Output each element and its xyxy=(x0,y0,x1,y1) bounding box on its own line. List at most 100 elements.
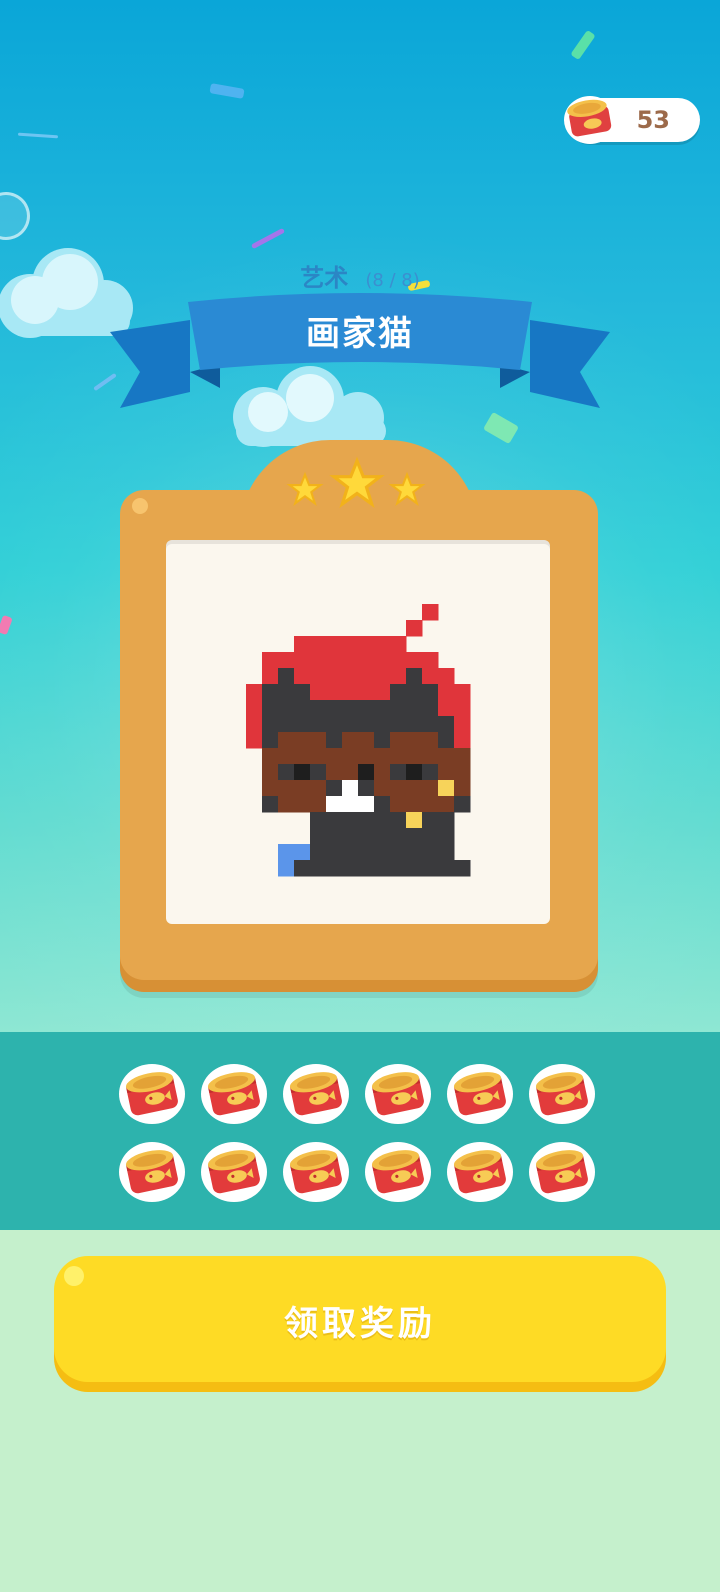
category-progress: (8 / 8) xyxy=(365,270,420,291)
pixel xyxy=(310,668,327,685)
pixel xyxy=(358,684,375,701)
pixel xyxy=(294,684,311,701)
claim-reward-button[interactable]: 领取奖励 xyxy=(54,1256,666,1382)
pixel xyxy=(454,748,471,765)
pixel xyxy=(406,844,423,861)
pixel xyxy=(342,668,359,685)
pixel xyxy=(246,700,263,717)
pixel xyxy=(374,684,391,701)
tuna-can-icon xyxy=(447,1142,513,1202)
pixel xyxy=(390,668,407,685)
pixel xyxy=(358,636,375,653)
pixel xyxy=(278,764,295,781)
tuna-can-icon xyxy=(283,1142,349,1202)
pixel xyxy=(294,652,311,669)
pixel xyxy=(278,684,295,701)
pixel xyxy=(358,764,375,781)
pixel xyxy=(294,636,311,653)
pixel xyxy=(374,812,391,829)
pixel xyxy=(310,684,327,701)
tuna-can-icon xyxy=(201,1064,267,1124)
pixel xyxy=(422,860,439,877)
pixel xyxy=(326,732,343,749)
pixel xyxy=(390,652,407,669)
pixel xyxy=(358,668,375,685)
pixel xyxy=(358,748,375,765)
pixel xyxy=(454,684,471,701)
pixel xyxy=(326,716,343,733)
pixel xyxy=(278,652,295,669)
pixel xyxy=(278,700,295,717)
pixel xyxy=(454,860,471,877)
pixel xyxy=(342,780,359,797)
pixel xyxy=(454,732,471,749)
pixel xyxy=(454,796,471,813)
pixel xyxy=(342,716,359,733)
pixel xyxy=(326,668,343,685)
reward-grid xyxy=(116,1056,606,1216)
pixel xyxy=(342,828,359,845)
pixel xyxy=(438,796,455,813)
pixel xyxy=(326,780,343,797)
pixel xyxy=(358,860,375,877)
tuna-can-icon xyxy=(283,1064,349,1124)
pixel xyxy=(342,636,359,653)
pixel xyxy=(454,764,471,781)
pixel xyxy=(310,748,327,765)
pixel xyxy=(422,796,439,813)
pixel xyxy=(422,748,439,765)
pixel xyxy=(422,732,439,749)
pixel xyxy=(310,732,327,749)
pixel xyxy=(310,828,327,845)
pixel xyxy=(374,860,391,877)
artwork-canvas xyxy=(166,540,550,924)
pixel xyxy=(326,636,343,653)
pixel xyxy=(342,812,359,829)
pixel xyxy=(438,828,455,845)
pixel xyxy=(310,652,327,669)
pixel xyxy=(374,796,391,813)
pixel xyxy=(374,636,391,653)
pixel xyxy=(326,748,343,765)
pixel xyxy=(406,780,423,797)
pixel xyxy=(342,684,359,701)
tuna-can-icon xyxy=(201,1142,267,1202)
pixel xyxy=(358,796,375,813)
pixel xyxy=(294,668,311,685)
pixel xyxy=(390,684,407,701)
pixel xyxy=(342,652,359,669)
pixel xyxy=(310,780,327,797)
pixel xyxy=(358,844,375,861)
pixel xyxy=(406,620,423,637)
pixel xyxy=(438,716,455,733)
pixel xyxy=(278,732,295,749)
pixel xyxy=(438,700,455,717)
pixel xyxy=(342,748,359,765)
pixel xyxy=(262,668,279,685)
pixel xyxy=(278,860,295,877)
pixel xyxy=(406,732,423,749)
pixel xyxy=(294,780,311,797)
pixel xyxy=(342,764,359,781)
pixel xyxy=(438,748,455,765)
pixel xyxy=(310,860,327,877)
pixel xyxy=(406,812,423,829)
pixel xyxy=(342,844,359,861)
pixel xyxy=(390,828,407,845)
pixel xyxy=(406,652,423,669)
pixel xyxy=(406,748,423,765)
tuna-can-icon xyxy=(119,1142,185,1202)
pixel xyxy=(326,652,343,669)
pixel xyxy=(310,716,327,733)
pixel xyxy=(374,668,391,685)
pixel xyxy=(374,652,391,669)
pixel xyxy=(422,668,439,685)
pixel xyxy=(262,716,279,733)
pixel xyxy=(262,700,279,717)
pixel xyxy=(278,780,295,797)
pixel xyxy=(326,828,343,845)
achievement-title: 画家猫 xyxy=(306,314,414,354)
pixel xyxy=(358,732,375,749)
achievement-category: 艺术 (8 / 8) xyxy=(0,258,720,293)
pixel xyxy=(326,684,343,701)
